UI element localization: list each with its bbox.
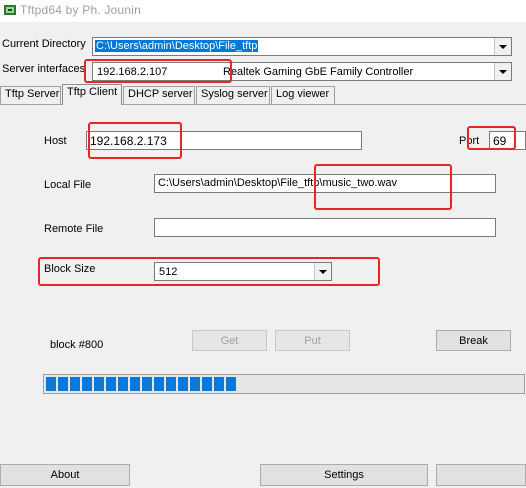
transfer-status: block #800 bbox=[50, 339, 104, 351]
progress-segment bbox=[202, 377, 212, 391]
progress-segment bbox=[82, 377, 92, 391]
put-button[interactable]: Put bbox=[275, 330, 350, 351]
help-button[interactable] bbox=[436, 464, 526, 486]
tab-log-viewer[interactable]: Log viewer bbox=[271, 86, 335, 104]
progress-segment bbox=[130, 377, 140, 391]
about-button[interactable]: About bbox=[0, 464, 130, 486]
progress-segment bbox=[226, 377, 236, 391]
settings-button[interactable]: Settings bbox=[260, 464, 428, 486]
host-label: Host bbox=[44, 135, 67, 147]
progress-segment bbox=[154, 377, 164, 391]
local-file-label: Local File bbox=[44, 179, 92, 191]
progress-segment bbox=[214, 377, 224, 391]
get-button[interactable]: Get bbox=[192, 330, 267, 351]
chevron-down-icon[interactable] bbox=[494, 63, 511, 80]
highlight-box bbox=[38, 257, 380, 286]
tab-tftp-server[interactable]: Tftp Server bbox=[0, 86, 61, 104]
remote-file-input[interactable] bbox=[154, 218, 496, 237]
current-directory-combo[interactable]: C:\Users\admin\Desktop\File_tftp bbox=[92, 37, 512, 56]
server-interface-adapter: Realtek Gaming GbE Family Controller bbox=[223, 66, 414, 78]
transfer-progress-bar bbox=[43, 374, 525, 394]
tab-syslog-server[interactable]: Syslog server bbox=[196, 86, 270, 104]
highlight-box bbox=[467, 126, 516, 150]
remote-file-label: Remote File bbox=[44, 223, 104, 235]
progress-segment bbox=[46, 377, 56, 391]
window-title: Tftpd64 by Ph. Jounin bbox=[20, 3, 141, 17]
tab-dhcp-server[interactable]: DHCP server bbox=[123, 86, 195, 104]
highlight-box bbox=[314, 164, 452, 210]
server-interfaces-label: Server interfaces bbox=[2, 63, 86, 75]
progress-segment bbox=[178, 377, 188, 391]
current-directory-value: C:\Users\admin\Desktop\File_tftp bbox=[95, 40, 259, 52]
chevron-down-icon[interactable] bbox=[494, 38, 511, 55]
progress-segment bbox=[166, 377, 176, 391]
progress-segment bbox=[106, 377, 116, 391]
tab-tftp-client[interactable]: Tftp Client bbox=[62, 84, 122, 105]
highlight-box bbox=[88, 122, 182, 159]
tftpd-app-icon bbox=[4, 5, 16, 15]
break-button[interactable]: Break bbox=[436, 330, 511, 351]
progress-segment bbox=[190, 377, 200, 391]
progress-segment bbox=[94, 377, 104, 391]
progress-segment bbox=[118, 377, 128, 391]
highlight-box bbox=[84, 59, 232, 83]
progress-segment bbox=[58, 377, 68, 391]
progress-segment bbox=[142, 377, 152, 391]
progress-segment bbox=[70, 377, 80, 391]
current-directory-label: Current Directory bbox=[2, 38, 86, 50]
